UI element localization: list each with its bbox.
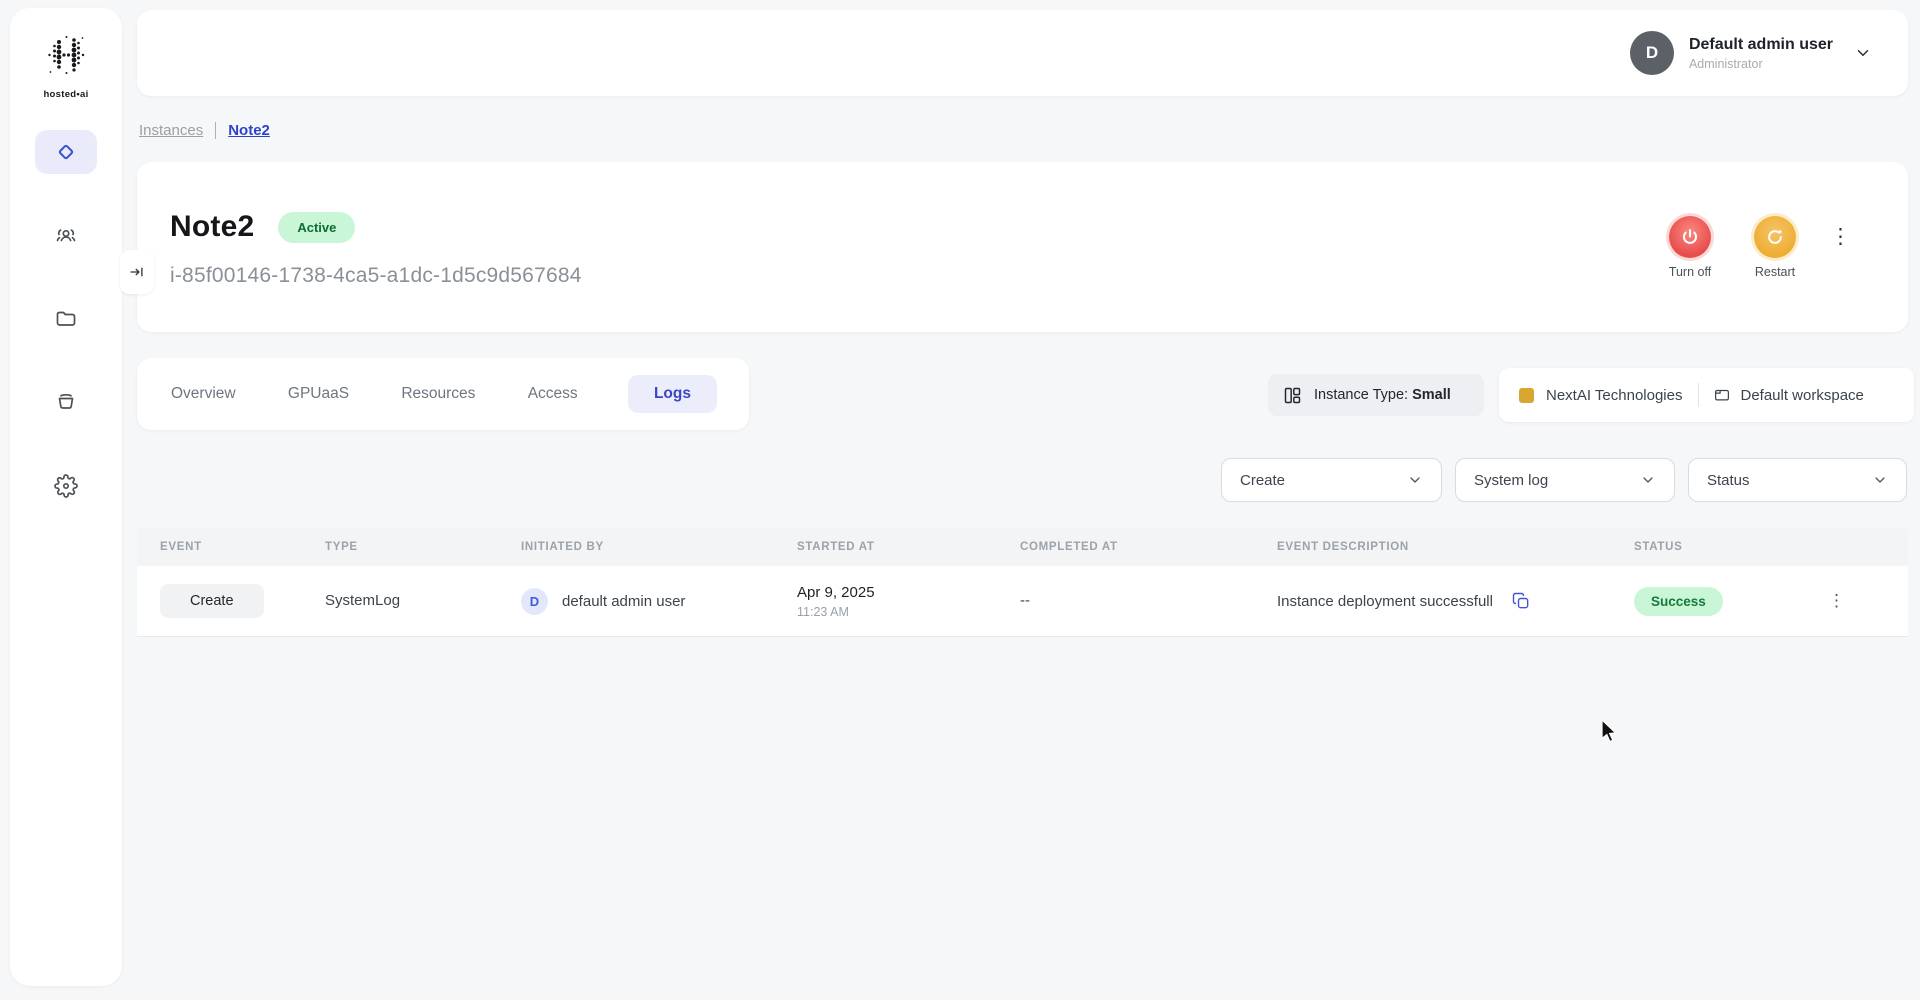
sidebar: hosted•ai — [10, 8, 122, 986]
filter-event-value: Create — [1240, 471, 1286, 489]
instance-id: i-85f00146-1738-4ca5-a1dc-1d5c9d567684 — [170, 264, 582, 287]
restart-label: Restart — [1754, 265, 1796, 279]
col-status: STATUS — [1634, 541, 1683, 553]
users-icon — [56, 229, 76, 242]
chevron-down-icon — [1643, 477, 1653, 483]
initiator-name: default admin user — [562, 592, 686, 610]
col-started-at: STARTED AT — [797, 541, 875, 553]
instance-type-chip: Instance Type: Small — [1268, 374, 1484, 416]
folder-icon — [56, 311, 76, 326]
sidebar-item-storage[interactable] — [35, 379, 97, 423]
col-initiated-by: INITIATED BY — [521, 541, 604, 553]
power-icon — [1669, 216, 1711, 258]
gear-icon — [54, 474, 78, 498]
org-color-swatch — [1519, 387, 1534, 403]
logs-table-header: EVENT TYPE INITIATED BY STARTED AT COMPL… — [137, 528, 1908, 566]
chevron-down-icon — [1410, 477, 1420, 483]
started-date: Apr 9, 2025 — [797, 583, 875, 601]
arrow-to-line-icon — [130, 267, 143, 277]
title-row: Note2 Active — [170, 210, 356, 244]
breadcrumb-current-link[interactable]: Note2 — [228, 122, 270, 139]
tab-bar: Overview GPUaaS Resources Access Logs — [137, 358, 749, 430]
tab-resources[interactable]: Resources — [399, 375, 477, 413]
chevron-down-icon — [1875, 477, 1885, 483]
breadcrumb: Instances Note2 — [139, 122, 270, 139]
col-event: EVENT — [160, 541, 202, 553]
page-title: Note2 — [170, 210, 255, 243]
breadcrumb-instances-link[interactable]: Instances — [139, 122, 203, 139]
col-type: TYPE — [325, 541, 358, 553]
event-description-cell: Instance deployment successfull — [1277, 591, 1634, 611]
mouse-cursor — [1601, 719, 1617, 743]
workspace-name: Default workspace — [1740, 386, 1864, 404]
table-row: Create SystemLog D default admin user Ap… — [137, 566, 1908, 637]
initiator-avatar: D — [521, 587, 548, 615]
logo-label: hosted•ai — [43, 89, 89, 100]
avatar: D — [1629, 31, 1674, 75]
workspace-icon — [1715, 389, 1730, 401]
sidebar-item-projects[interactable] — [35, 296, 97, 340]
event-description-text: Instance deployment successfull — [1277, 592, 1493, 610]
user-role: Administrator — [1688, 56, 1763, 71]
instance-type-text: Instance Type: Small — [1314, 387, 1451, 403]
tab-gpuaas[interactable]: GPUaaS — [286, 375, 351, 413]
divider — [1698, 383, 1700, 407]
filter-log-type-dropdown[interactable]: System log — [1455, 458, 1675, 502]
user-name: Default admin user — [1688, 35, 1833, 53]
chevron-down-icon — [1857, 50, 1869, 56]
turn-off-button[interactable]: Turn off — [1658, 216, 1722, 279]
completed-at-cell: -- — [1020, 592, 1030, 609]
type-cell: SystemLog — [325, 592, 401, 609]
status-badge: Active — [278, 211, 356, 243]
breadcrumb-separator — [215, 122, 217, 139]
initiated-by-cell: D default admin user — [521, 587, 797, 615]
organization-name: NextAI Technologies — [1546, 386, 1683, 404]
row-status-badge: Success — [1634, 586, 1723, 616]
col-event-description: EVENT DESCRIPTION — [1277, 541, 1409, 553]
copy-icon[interactable] — [1511, 591, 1531, 611]
tab-overview[interactable]: Overview — [169, 375, 238, 413]
sidebar-item-settings[interactable] — [35, 464, 97, 508]
tab-logs[interactable]: Logs — [627, 375, 717, 413]
instance-menu-button[interactable]: ⋮ — [1830, 224, 1852, 249]
layout-icon — [1284, 387, 1301, 403]
app-root: hosted•ai D Default admin user Administr… — [0, 0, 1920, 1000]
org-workspace-chip: NextAI Technologies Default workspace — [1499, 368, 1914, 422]
sidebar-item-instances[interactable] — [35, 130, 97, 174]
started-time: 11:23 AM — [797, 604, 849, 619]
sidebar-collapse-toggle[interactable] — [120, 250, 154, 294]
bucket-icon — [58, 393, 74, 409]
diamond-icon — [58, 144, 74, 160]
turn-off-label: Turn off — [1668, 265, 1712, 279]
hosted-ai-logo-mark — [48, 36, 85, 74]
topbar: D Default admin user Administrator — [137, 10, 1908, 96]
filter-status-dropdown[interactable]: Status — [1688, 458, 1907, 502]
filter-log-type-value: System log — [1474, 471, 1549, 489]
instance-header-card: Note2 Active i-85f00146-1738-4ca5-a1dc-1… — [120, 162, 1908, 332]
filter-status-value: Status — [1707, 471, 1750, 489]
sidebar-item-users[interactable] — [35, 214, 97, 258]
col-completed-at: COMPLETED AT — [1020, 541, 1118, 553]
tab-access[interactable]: Access — [526, 375, 580, 413]
restart-button[interactable]: Restart — [1743, 216, 1807, 279]
user-menu[interactable]: D Default admin user Administrator — [1629, 31, 1872, 75]
row-menu-button[interactable]: ⋮ — [1828, 591, 1845, 610]
restart-icon — [1754, 216, 1796, 258]
hosted-ai-logo: hosted•ai — [10, 32, 122, 100]
event-cell: Create — [160, 584, 264, 618]
user-info: Default admin user Administrator — [1689, 36, 1833, 71]
filter-event-dropdown[interactable]: Create — [1221, 458, 1442, 502]
